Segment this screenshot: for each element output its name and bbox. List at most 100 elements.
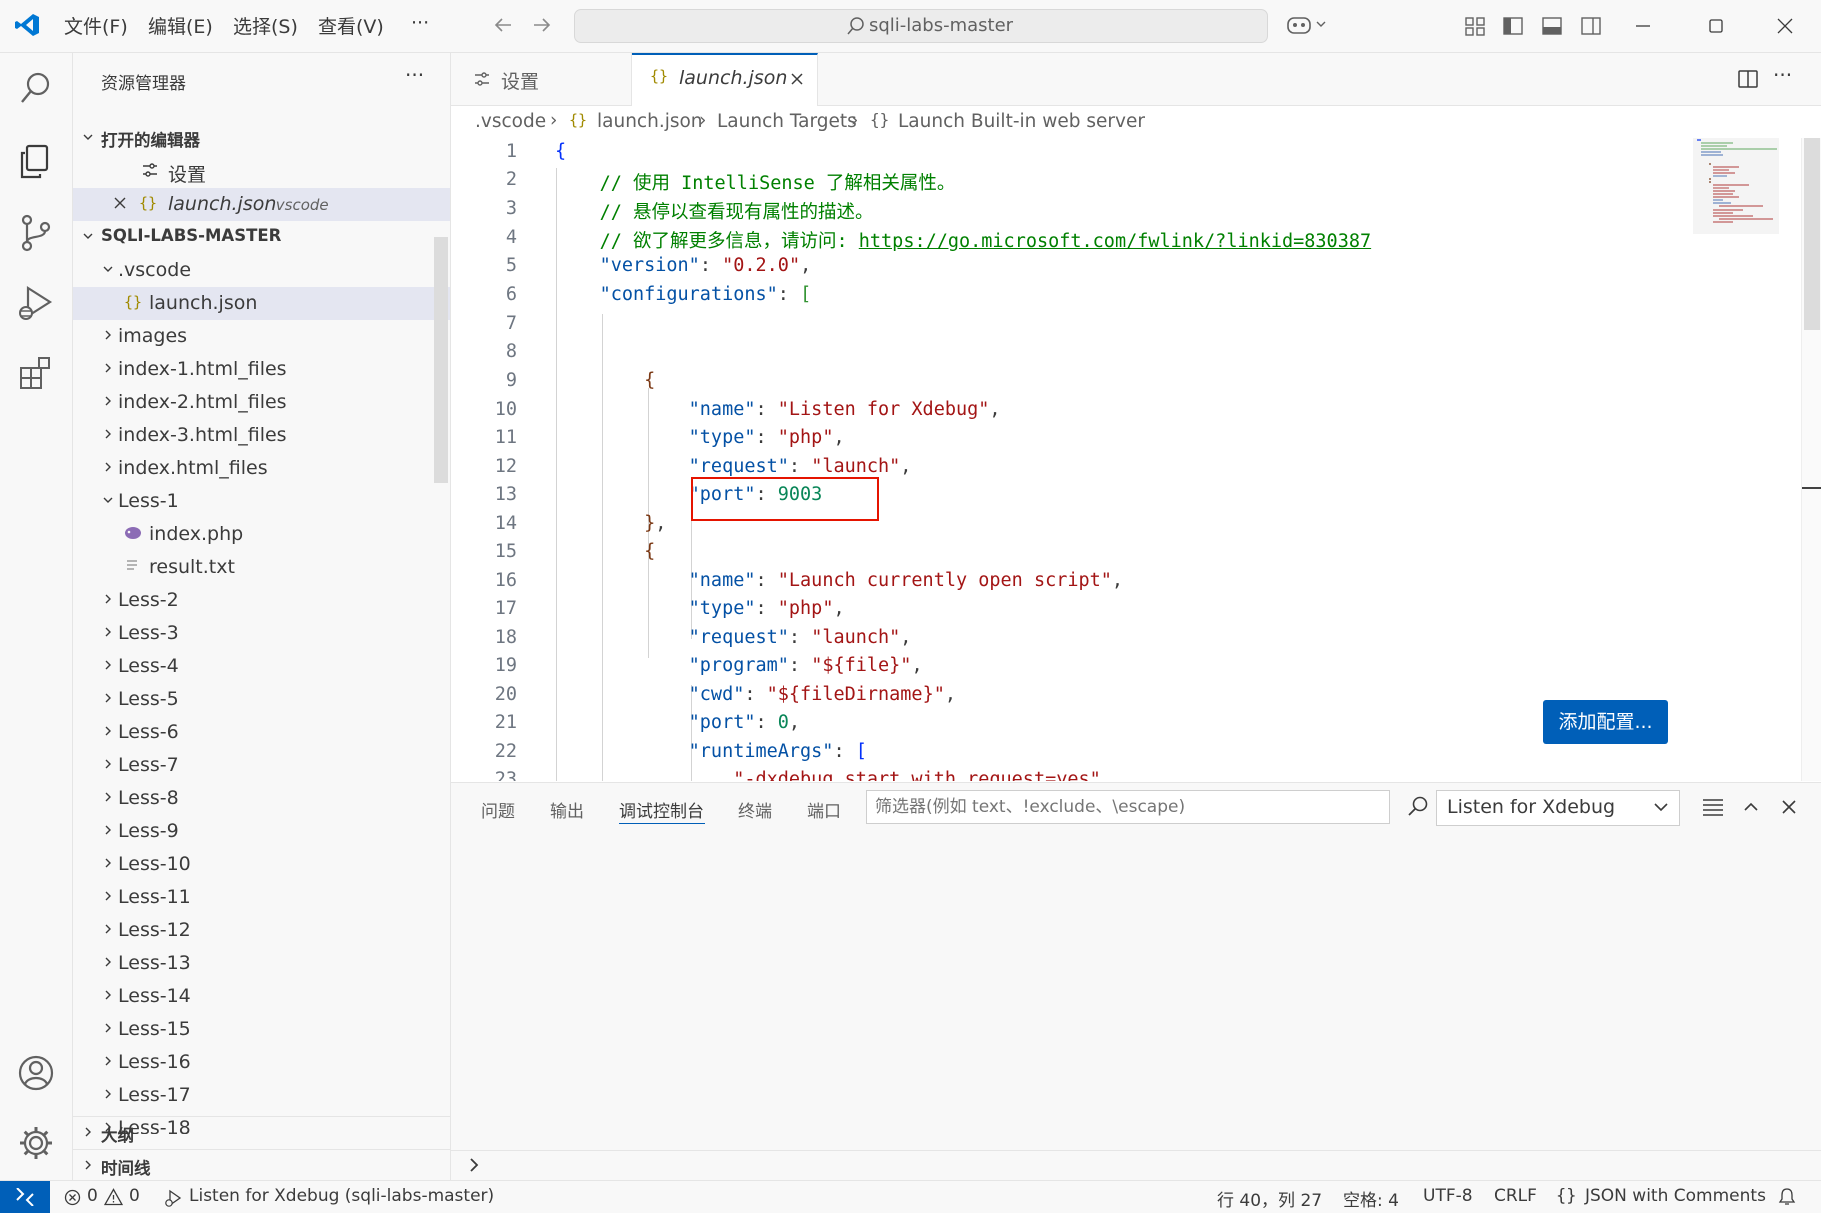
tab-launch-json[interactable]: {} launch.json <box>632 53 818 106</box>
extensions-icon[interactable] <box>18 355 54 391</box>
explorer-more-button[interactable]: ··· <box>405 63 424 87</box>
tree-item[interactable]: index-1.html_files <box>73 353 450 386</box>
notifications-bell-icon[interactable] <box>1777 1187 1797 1207</box>
debug-target[interactable]: Listen for Xdebug (sqli-labs-master) <box>189 1186 494 1206</box>
line-ending[interactable]: CRLF <box>1494 1186 1537 1206</box>
tree-item[interactable]: Less-4 <box>73 650 450 683</box>
open-editor-settings[interactable]: 设置 <box>73 155 450 188</box>
add-configuration-button[interactable]: 添加配置... <box>1543 700 1668 744</box>
toggle-panel-icon[interactable] <box>1541 15 1563 37</box>
breadcrumb-item[interactable]: Launch Targets <box>717 111 857 132</box>
open-editor-launch-json[interactable]: {} launch.json .vscode <box>73 188 450 221</box>
toggle-secondary-sidebar-icon[interactable] <box>1580 15 1602 37</box>
tree-item[interactable]: index.html_files <box>73 452 450 485</box>
explorer-icon[interactable] <box>18 143 54 181</box>
copilot-icon[interactable] <box>1286 13 1330 37</box>
tree-item[interactable]: Less-12 <box>73 914 450 947</box>
tree-item[interactable]: Less-11 <box>73 881 450 914</box>
open-editor-label: 设置 <box>168 164 207 186</box>
tree-item[interactable]: Less-9 <box>73 815 450 848</box>
debug-console-filter-input[interactable] <box>866 790 1390 824</box>
folder-header[interactable]: SQLI-LABS-MASTER <box>73 221 450 254</box>
cursor-position[interactable]: 行 40，列 27 <box>1217 1186 1322 1211</box>
tree-item[interactable]: Less-7 <box>73 749 450 782</box>
split-editor-icon[interactable] <box>1737 68 1759 90</box>
account-icon[interactable] <box>16 1053 56 1093</box>
menu-view[interactable]: 查看(V) <box>318 12 384 39</box>
panel-tab-debug-console[interactable]: 调试控制台 <box>619 797 704 822</box>
menu-more[interactable]: ··· <box>411 12 429 34</box>
editor-scrollbar-thumb[interactable] <box>1804 138 1820 330</box>
tree-item[interactable]: Less-8 <box>73 782 450 815</box>
close-panel-icon[interactable] <box>1779 797 1799 817</box>
tree-item[interactable]: index-2.html_files <box>73 386 450 419</box>
editor-scrollbar[interactable] <box>1801 138 1821 781</box>
run-debug-icon[interactable] <box>16 283 56 323</box>
chevron-right-icon <box>105 759 111 769</box>
panel-tab-terminal[interactable]: 终端 <box>738 797 772 822</box>
breadcrumb-item[interactable]: launch.json <box>597 111 703 132</box>
word-wrap-icon[interactable] <box>1701 797 1725 817</box>
tree-item[interactable]: .vscode <box>73 254 450 287</box>
menu-file[interactable]: 文件(F) <box>64 12 128 39</box>
sidebar-scrollbar[interactable] <box>434 237 448 483</box>
line-number: 17 <box>494 598 517 619</box>
search-icon[interactable] <box>18 70 54 106</box>
indentation[interactable]: 空格: 4 <box>1343 1186 1399 1211</box>
tree-item[interactable]: images <box>73 320 450 353</box>
tree-item-label: images <box>118 325 188 347</box>
editor-more-button[interactable]: ··· <box>1773 63 1792 87</box>
debug-session-select[interactable]: Listen for Xdebug <box>1436 790 1680 826</box>
close-tab-icon[interactable] <box>789 71 805 87</box>
customize-layout-icon[interactable] <box>1464 15 1486 37</box>
panel-tab-output[interactable]: 输出 <box>550 797 584 822</box>
panel-tab-ports[interactable]: 端口 <box>807 797 841 822</box>
tree-item[interactable]: index-3.html_files <box>73 419 450 452</box>
toggle-sidebar-icon[interactable] <box>1502 15 1524 37</box>
tree-item[interactable]: Less-15 <box>73 1013 450 1046</box>
close-icon[interactable] <box>112 195 128 211</box>
source-control-icon[interactable] <box>18 213 54 253</box>
tree-item[interactable]: Less-2 <box>73 584 450 617</box>
breadcrumb-item[interactable]: .vscode <box>475 111 546 132</box>
tree-item[interactable]: Less-16 <box>73 1046 450 1079</box>
error-count[interactable]: 0 <box>87 1186 98 1206</box>
tree-item[interactable]: Less-6 <box>73 716 450 749</box>
manage-gear-icon[interactable] <box>16 1123 56 1163</box>
tree-item[interactable]: Less-3 <box>73 617 450 650</box>
code-line: // 欲了解更多信息，请访问: https://go.microsoft.com… <box>599 231 1372 252</box>
minimap-slider[interactable] <box>1693 138 1779 234</box>
tab-settings[interactable]: 设置 <box>451 53 632 105</box>
breadcrumb-item[interactable]: Launch Built-in web server <box>898 111 1145 132</box>
forward-arrow-icon[interactable] <box>531 14 553 36</box>
open-editors-header[interactable]: 打开的编辑器 <box>73 122 450 155</box>
command-center-search[interactable]: sqli-labs-master <box>574 9 1268 43</box>
outline-header[interactable]: 大纲 <box>73 1116 450 1150</box>
code-line: { <box>644 370 656 391</box>
menu-edit[interactable]: 编辑(E) <box>148 12 213 39</box>
maximize-icon[interactable] <box>1705 15 1727 37</box>
tree-item[interactable]: result.txt <box>73 551 450 584</box>
menu-selection[interactable]: 选择(S) <box>233 12 298 39</box>
timeline-header[interactable]: 时间线 <box>73 1149 450 1183</box>
close-window-icon[interactable] <box>1774 15 1796 37</box>
remote-indicator[interactable] <box>0 1181 50 1213</box>
language-mode[interactable]: JSON with Comments <box>1585 1186 1766 1206</box>
warning-count[interactable]: 0 <box>129 1186 140 1206</box>
tree-item[interactable]: Less-17 <box>73 1079 450 1112</box>
chevron-right-icon: › <box>550 110 558 131</box>
tree-item[interactable]: {} launch.json <box>73 287 450 320</box>
tree-item[interactable]: Less-13 <box>73 947 450 980</box>
encoding[interactable]: UTF-8 <box>1423 1186 1473 1206</box>
tree-item[interactable]: Less-1 <box>73 485 450 518</box>
fwlink-link[interactable]: https://go.microsoft.com/fwlink/?linkid=… <box>859 231 1371 252</box>
tree-item[interactable]: Less-10 <box>73 848 450 881</box>
panel-tab-problems[interactable]: 问题 <box>481 797 515 822</box>
tree-item[interactable]: Less-5 <box>73 683 450 716</box>
back-arrow-icon[interactable] <box>492 14 514 36</box>
tree-item[interactable]: Less-14 <box>73 980 450 1013</box>
maximize-panel-icon[interactable] <box>1741 797 1761 817</box>
minimize-icon[interactable] <box>1632 15 1654 37</box>
code-editor[interactable]: 1 2 3 4 5 6 7 8 9 10 11 12 13 14 15 16 17 18 19 20 21 22 23 { … <box>451 138 1801 781</box>
tree-item[interactable]: index.php <box>73 518 450 551</box>
